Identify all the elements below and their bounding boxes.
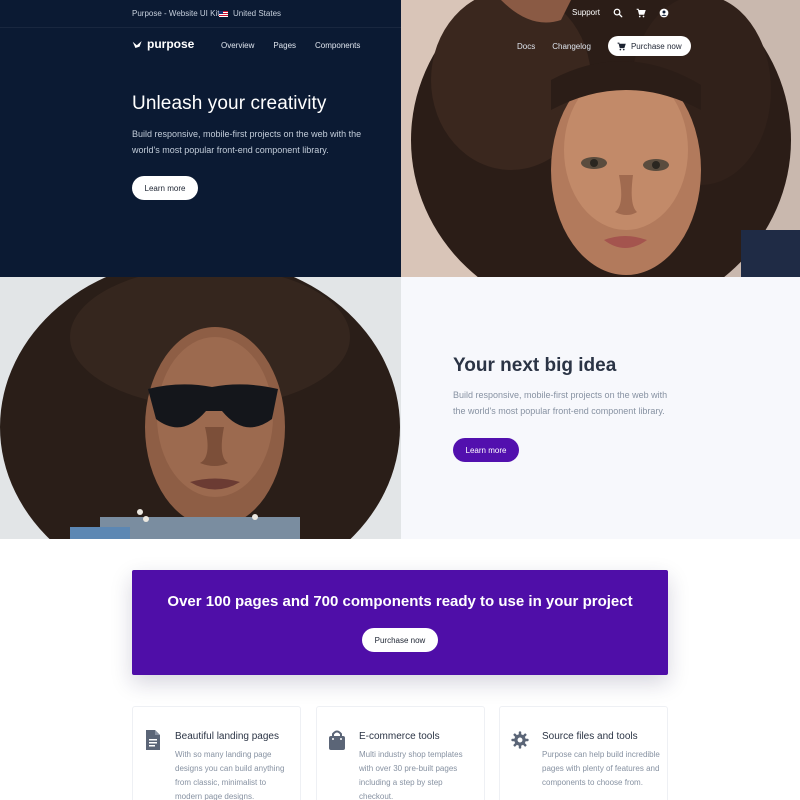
nav-right: Docs Changelog Purchase now [517,36,691,56]
cart-icon [617,42,626,50]
purchase-now-nav-button[interactable]: Purchase now [607,36,691,56]
sunglasses-portrait-image [0,277,401,539]
cart-icon[interactable] [635,7,646,18]
nav-link-docs[interactable]: Docs [517,42,535,51]
user-icon[interactable] [658,7,669,18]
search-icon[interactable] [612,7,623,18]
nav-link-components[interactable]: Components [315,41,360,50]
nav-link-pages[interactable]: Pages [273,41,296,50]
us-flag-icon [219,10,228,17]
feature-card-source-files: Source files and tools Purpose can help … [499,706,668,800]
card-text: Purpose can help build incredible pages … [542,750,660,787]
gear-icon [511,729,529,751]
hero-title: Unleash your creativity [132,93,327,114]
support-link[interactable]: Support [572,8,600,17]
hero-description: Build responsive, mobile-first projects … [132,129,362,155]
card-title: E-commerce tools [359,731,440,742]
feature-learn-more-button[interactable]: Learn more [453,438,519,462]
nav-link-changelog[interactable]: Changelog [552,42,591,51]
card-text: Multi industry shop templates with over … [359,750,463,800]
shopping-bag-icon [328,729,346,751]
document-icon [144,729,162,751]
cta-title: Over 100 pages and 700 components ready … [167,593,633,610]
hero-learn-more-button[interactable]: Learn more [132,176,198,200]
cta-purchase-now-button[interactable]: Purchase now [362,628,438,652]
feature-description: Build responsive, mobile-first projects … [453,390,668,416]
feature-title: Your next big idea [453,355,617,376]
brand-line: Purpose - Website UI Kit [132,9,220,18]
locale-selector[interactable]: United States [219,9,281,18]
card-title: Beautiful landing pages [175,731,279,742]
topbar-right: Support [572,7,669,18]
hero-section: Purpose - Website UI Kit United States S… [0,0,800,277]
main-navbar: purpose Overview Pages Components Docs C… [0,34,800,58]
topbar-divider [0,27,401,28]
logo-text: purpose [147,37,195,51]
feature-card-landing-pages: Beautiful landing pages With so many lan… [132,706,301,800]
top-bar: Purpose - Website UI Kit United States S… [0,0,800,28]
bird-logo-icon [132,40,142,48]
nav-link-overview[interactable]: Overview [221,41,254,50]
card-title: Source files and tools [542,731,638,742]
locale-label: United States [233,9,282,18]
feature-section [0,277,800,539]
feature-card-ecommerce: E-commerce tools Multi industry shop tem… [316,706,485,800]
purchase-now-nav-label: Purchase now [630,41,682,51]
logo[interactable]: purpose [132,37,194,51]
cta-banner: Over 100 pages and 700 components ready … [132,570,668,675]
card-text: With so many landing page designs you ca… [175,750,285,800]
nav-links: Overview Pages Components [221,41,360,50]
